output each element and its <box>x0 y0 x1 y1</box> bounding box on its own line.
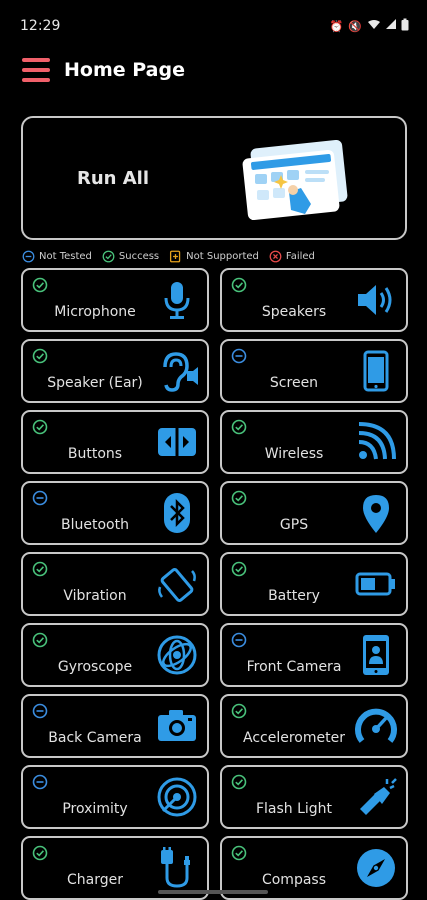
wireless-icon <box>358 422 396 460</box>
status-icons: ⏰ 🔇 <box>330 18 409 34</box>
success-icon <box>231 703 247 719</box>
compass-icon <box>357 849 395 887</box>
test-card-vibration[interactable]: Vibration <box>21 552 209 616</box>
ear-speaker-icon <box>163 352 198 392</box>
legend-not-supported: Not Supported <box>169 250 259 263</box>
success-icon <box>231 774 247 790</box>
legend-label: Success <box>118 250 160 262</box>
not-tested-icon <box>231 632 247 648</box>
status-legend: Not Tested Success Not Supported Failed <box>22 246 412 266</box>
app-header: Home Page <box>0 52 427 88</box>
run-all-button[interactable]: Run All <box>21 116 407 240</box>
success-icon <box>32 277 48 293</box>
test-card-gyroscope[interactable]: Gyroscope <box>21 623 209 687</box>
run-all-label: Run All <box>77 167 150 189</box>
front-camera-icon <box>363 635 389 675</box>
success-icon <box>32 419 48 435</box>
test-card-speaker-ear[interactable]: Speaker (Ear) <box>21 339 209 403</box>
success-icon <box>32 348 48 364</box>
vibration-icon <box>158 568 196 602</box>
location-pin-icon <box>363 495 389 533</box>
test-grid: Microphone Speakers Speaker (Ear) Screen But… <box>21 268 408 900</box>
legend-not-tested: Not Tested <box>22 250 92 263</box>
bluetooth-icon <box>164 493 190 533</box>
success-icon <box>102 250 115 262</box>
test-card-gps[interactable]: GPS <box>220 481 408 545</box>
success-icon <box>231 419 247 435</box>
status-time: 12:29 <box>20 18 61 34</box>
test-card-front-camera[interactable]: Front Camera <box>220 623 408 687</box>
buttons-icon <box>158 428 196 456</box>
test-label: Front Camera <box>246 659 342 675</box>
test-card-microphone[interactable]: Microphone <box>21 268 209 332</box>
signal-icon <box>385 19 397 33</box>
test-label: GPS <box>279 517 309 533</box>
test-label: Vibration <box>63 588 127 604</box>
speedometer-icon <box>355 708 397 743</box>
test-card-speakers[interactable]: Speakers <box>220 268 408 332</box>
charger-icon <box>161 847 190 888</box>
speaker-icon <box>358 285 392 315</box>
gyroscope-icon <box>157 635 197 675</box>
battery-icon <box>401 18 409 34</box>
test-label: Speakers <box>261 304 327 320</box>
test-label: Gyroscope <box>57 659 133 675</box>
not-tested-icon <box>32 774 48 790</box>
test-card-wireless[interactable]: Wireless <box>220 410 408 474</box>
legend-label: Failed <box>285 250 315 262</box>
page-title: Home Page <box>64 59 185 81</box>
battery-icon <box>355 572 395 596</box>
not-tested-icon <box>32 490 48 506</box>
legend-label: Not Supported <box>186 250 259 262</box>
failed-icon <box>269 250 282 262</box>
test-label: Compass <box>261 872 327 888</box>
test-label: Proximity <box>62 801 128 817</box>
test-card-screen[interactable]: Screen <box>220 339 408 403</box>
phone-screen-icon <box>363 350 389 392</box>
legend-success: Success <box>102 250 159 263</box>
success-icon <box>32 845 48 861</box>
not-tested-icon <box>32 703 48 719</box>
success-icon <box>231 490 247 506</box>
test-card-back-camera[interactable]: Back Camera <box>21 694 209 758</box>
test-label: Flash Light <box>255 801 333 817</box>
test-card-battery[interactable]: Battery <box>220 552 408 616</box>
success-icon <box>231 561 247 577</box>
flashlight-icon <box>360 778 397 815</box>
test-label: Charger <box>67 872 123 888</box>
hamburger-menu-icon[interactable] <box>22 58 50 82</box>
not-supported-icon <box>170 250 181 262</box>
test-card-flash-light[interactable]: Flash Light <box>220 765 408 829</box>
mute-icon: 🔇 <box>348 19 363 33</box>
test-card-buttons[interactable]: Buttons <box>21 410 209 474</box>
test-label: Screen <box>269 375 319 391</box>
test-label: Accelerometer <box>243 730 345 746</box>
success-icon <box>231 845 247 861</box>
test-label: Wireless <box>264 446 324 462</box>
success-icon <box>231 277 247 293</box>
test-label: Back Camera <box>48 730 142 746</box>
legend-failed: Failed <box>269 250 315 263</box>
proximity-icon <box>157 777 197 817</box>
alarm-icon: ⏰ <box>329 19 345 33</box>
test-label: Buttons <box>67 446 123 462</box>
camera-icon <box>158 710 196 741</box>
status-bar: 12:29 ⏰ 🔇 <box>0 0 427 52</box>
not-tested-icon <box>22 250 35 262</box>
test-label: Battery <box>268 588 320 604</box>
test-label: Bluetooth <box>61 517 129 533</box>
dashboard-illustration <box>242 140 348 221</box>
success-icon <box>32 561 48 577</box>
test-label: Speaker (Ear) <box>47 375 143 391</box>
test-card-bluetooth[interactable]: Bluetooth <box>21 481 209 545</box>
not-tested-icon <box>231 348 247 364</box>
test-card-accelerometer[interactable]: Accelerometer <box>220 694 408 758</box>
legend-label: Not Tested <box>39 250 92 262</box>
wifi-icon <box>367 19 381 33</box>
home-indicator <box>158 890 268 894</box>
microphone-icon <box>164 282 190 319</box>
test-card-proximity[interactable]: Proximity <box>21 765 209 829</box>
success-icon <box>32 632 48 648</box>
test-label: Microphone <box>54 304 136 320</box>
